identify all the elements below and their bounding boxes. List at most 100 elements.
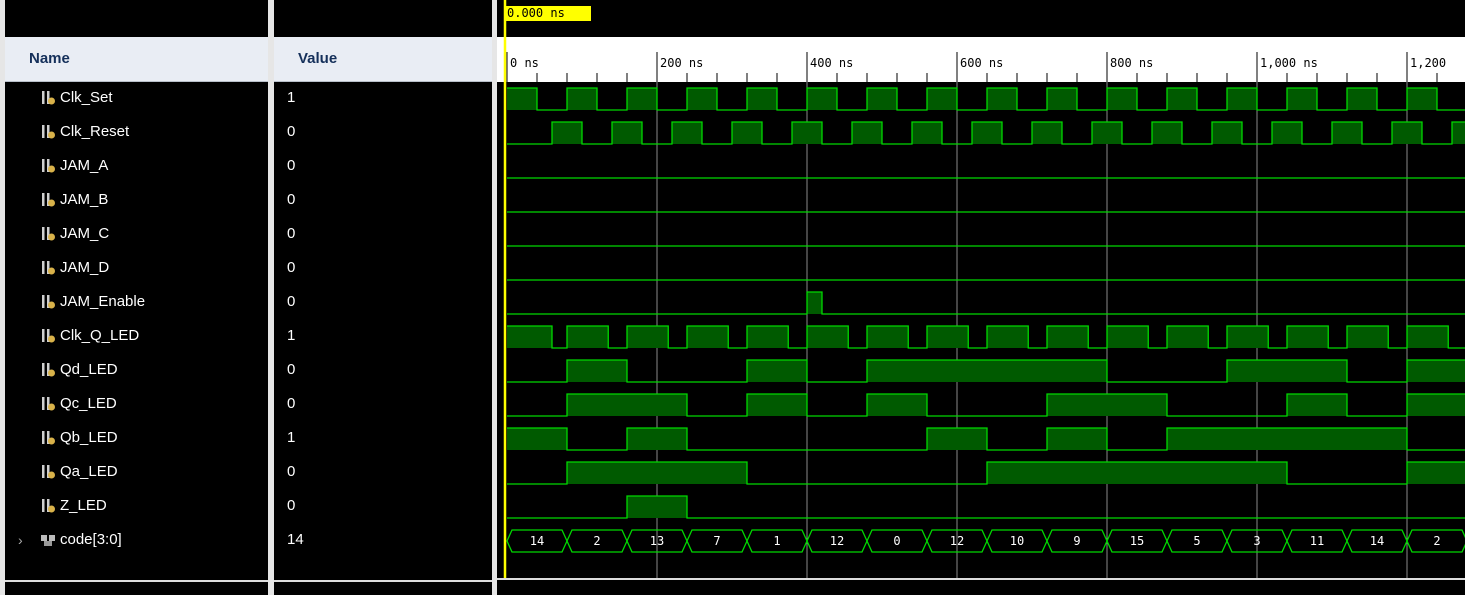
wave-high-fill — [1212, 122, 1242, 144]
signal-name: JAM_C — [60, 225, 110, 242]
ruler-label: 1,000 ns — [1260, 56, 1318, 70]
wave-high-fill — [1287, 326, 1329, 348]
signal-row[interactable]: Clk_Reset 0 — [0, 115, 497, 149]
bus-value-label: 12 — [830, 534, 844, 548]
value-column-header[interactable]: Value — [274, 37, 492, 82]
wave-high-fill — [792, 122, 822, 144]
wave-high-fill — [1452, 122, 1465, 144]
wave-high-fill — [1407, 394, 1465, 416]
wave-high-fill — [1167, 428, 1407, 450]
signal-value: 0 — [287, 123, 296, 140]
wave-high-fill — [867, 394, 927, 416]
signal-row[interactable]: › code[3:0] 14 — [0, 523, 497, 557]
waveform-canvas[interactable]: 0.000 ns 0 ns 200 ns 400 ns 600 ns 800 ns 1,00… — [497, 0, 1465, 595]
signal-row[interactable]: JAM_C 0 — [0, 217, 497, 251]
wave-high-fill — [1167, 88, 1197, 110]
logic-signal-icon — [42, 329, 55, 343]
ruler-label: 400 ns — [810, 56, 853, 70]
expand-chevron-icon[interactable]: › — [18, 523, 23, 557]
bus-value-label: 14 — [530, 534, 544, 548]
wave-high-fill — [972, 122, 1002, 144]
wave-high-fill — [852, 122, 882, 144]
wave-high-fill — [747, 326, 789, 348]
signal-value: 1 — [287, 429, 296, 446]
wave-high-fill — [927, 88, 957, 110]
wave-high-fill — [687, 88, 717, 110]
ruler-label: 600 ns — [960, 56, 1003, 70]
wave-high-fill — [807, 292, 822, 314]
signal-row[interactable]: Clk_Q_LED 1 — [0, 319, 497, 353]
wave-high-fill — [1347, 326, 1389, 348]
wave-high-fill — [867, 326, 909, 348]
bus-value-label: 12 — [950, 534, 964, 548]
signal-row[interactable]: JAM_D 0 — [0, 251, 497, 285]
signal-value: 0 — [287, 361, 296, 378]
bus-value-label: 3 — [1253, 534, 1260, 548]
wave-high-fill — [1227, 88, 1257, 110]
signal-row[interactable]: Qb_LED 1 — [0, 421, 497, 455]
signal-name: code[3:0] — [60, 531, 122, 548]
signal-name: JAM_Enable — [60, 293, 146, 310]
wave-high-fill — [987, 88, 1017, 110]
wave-high-fill — [627, 496, 687, 518]
wave-high-fill — [1407, 462, 1465, 484]
wave-high-fill — [627, 326, 669, 348]
signal-row[interactable]: Clk_Set 1 — [0, 81, 497, 115]
logic-signal-icon — [42, 295, 55, 309]
signal-name: JAM_D — [60, 259, 110, 276]
signal-value: 0 — [287, 463, 296, 480]
signal-value: 14 — [287, 531, 304, 548]
value-column-bottom — [274, 580, 492, 582]
ruler-label: 200 ns — [660, 56, 703, 70]
wave-high-fill — [1047, 326, 1089, 348]
wave-high-fill — [567, 326, 609, 348]
signal-value: 0 — [287, 157, 296, 174]
signal-row[interactable]: Qc_LED 0 — [0, 387, 497, 421]
signal-name: Clk_Q_LED — [60, 327, 140, 344]
bus-value-label: 7 — [713, 534, 720, 548]
wave-high-fill — [1152, 122, 1182, 144]
signal-name: Clk_Set — [60, 89, 113, 106]
logic-signal-icon — [42, 159, 55, 173]
cursor-time-label: 0.000 ns — [507, 6, 565, 20]
logic-signal-icon — [42, 499, 55, 513]
name-column-header[interactable]: Name — [5, 37, 268, 82]
signal-row[interactable]: Qa_LED 0 — [0, 455, 497, 489]
bus-value-label: 13 — [650, 534, 664, 548]
signal-row[interactable]: Z_LED 0 — [0, 489, 497, 523]
wave-high-fill — [1332, 122, 1362, 144]
wave-high-fill — [687, 326, 729, 348]
signal-row[interactable]: JAM_Enable 0 — [0, 285, 497, 319]
wave-high-fill — [747, 394, 807, 416]
logic-signal-icon — [42, 193, 55, 207]
logic-signal-icon — [42, 261, 55, 275]
wave-high-fill — [1287, 394, 1347, 416]
wave-high-fill — [987, 462, 1287, 484]
wave-high-fill — [987, 326, 1029, 348]
bus-value-label: 5 — [1193, 534, 1200, 548]
bus-value-label: 9 — [1073, 534, 1080, 548]
wave-high-fill — [867, 360, 1107, 382]
signal-row[interactable]: JAM_A 0 — [0, 149, 497, 183]
bus-signal-icon — [41, 535, 55, 546]
signal-row[interactable]: JAM_B 0 — [0, 183, 497, 217]
wave-high-fill — [612, 122, 642, 144]
ruler-label: 0 ns — [510, 56, 539, 70]
bus-value-label: 11 — [1310, 534, 1324, 548]
signal-value: 0 — [287, 259, 296, 276]
signal-name: Qa_LED — [60, 463, 118, 480]
logic-signal-icon — [42, 363, 55, 377]
logic-signal-icon — [42, 431, 55, 445]
wave-high-fill — [747, 88, 777, 110]
wave-high-fill — [567, 394, 687, 416]
wave-high-fill — [927, 326, 969, 348]
bus-value-label: 14 — [1370, 534, 1384, 548]
signal-name: Qc_LED — [60, 395, 117, 412]
name-column-bottom — [5, 580, 268, 582]
logic-signal-icon — [42, 125, 55, 139]
wave-high-fill — [567, 360, 627, 382]
signal-value: 1 — [287, 327, 296, 344]
signal-row[interactable]: Qd_LED 0 — [0, 353, 497, 387]
wave-high-fill — [552, 122, 582, 144]
wave-high-fill — [747, 360, 807, 382]
